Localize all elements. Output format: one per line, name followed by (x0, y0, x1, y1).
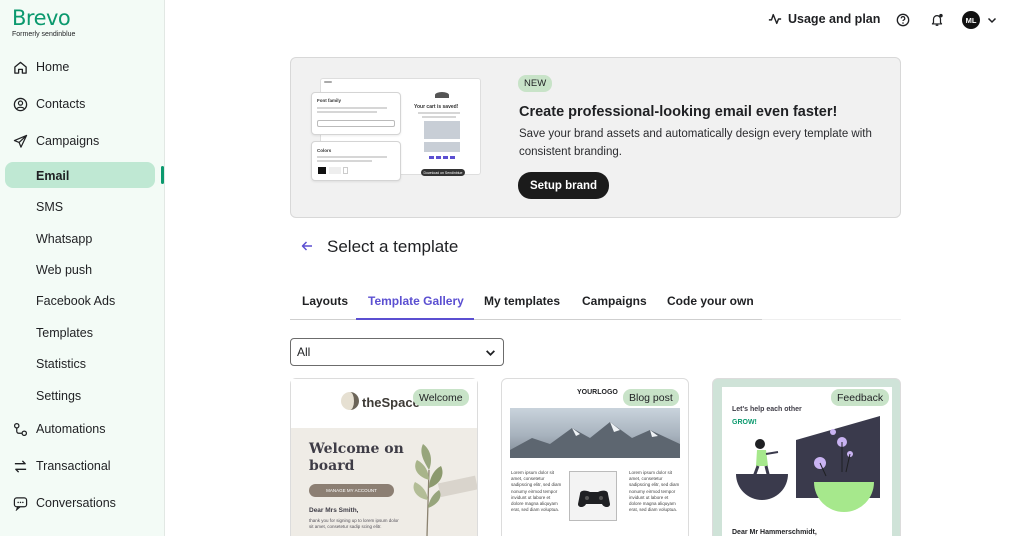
plant-illustration (413, 444, 477, 536)
template-product-image (569, 471, 617, 521)
brand-logo[interactable]: Brevo Formerly sendinblue (12, 6, 75, 38)
mock-social-icons (429, 156, 459, 159)
filter-selected-value: All (297, 345, 311, 359)
template-logo-text: YOURLOGO (577, 389, 618, 396)
mock-download-pill: Download on Sendinblue (421, 169, 465, 176)
mock-colors-card: Colors (311, 141, 401, 181)
category-filter-select[interactable]: All (290, 338, 504, 366)
template-preview-button: MANAGE MY ACCOUNT (309, 484, 394, 497)
tab-code-your-own[interactable]: Code your own (667, 294, 754, 308)
contacts-icon (12, 96, 28, 112)
tab-campaigns[interactable]: Campaigns (582, 294, 647, 308)
template-text-column-left: Lorem ipsum dolor sit amet, consetetur s… (511, 470, 562, 513)
sidebar-item-label: Automations (36, 422, 106, 436)
template-greeting: Dear Mrs Smith, (309, 507, 359, 514)
mock-text-line (422, 116, 456, 118)
mock-font-family-card: Font family (311, 92, 401, 135)
transactional-icon (12, 458, 28, 474)
template-hero-image (510, 408, 680, 458)
sidebar-item-automations[interactable]: Automations (12, 421, 105, 437)
chevron-down-icon[interactable] (984, 12, 1000, 28)
sidebar-subitem-whatsapp[interactable]: Whatsapp (36, 232, 92, 246)
tab-layouts[interactable]: Layouts (302, 294, 348, 308)
active-item-highlight (5, 162, 155, 188)
notifications-bell-icon[interactable] (929, 12, 945, 28)
mock-select (317, 120, 395, 127)
sidebar-item-contacts[interactable]: Contacts (12, 96, 85, 112)
template-body-text: thank you for signing up to lorem ipsum … (309, 518, 399, 529)
mock-swatch (329, 167, 341, 174)
sidebar-item-conversations[interactable]: Conversations (12, 495, 116, 511)
active-indicator (161, 166, 164, 184)
setup-brand-button[interactable]: Setup brand (518, 172, 609, 199)
avatar[interactable]: ML (962, 11, 980, 29)
activity-icon (768, 13, 782, 25)
home-icon (12, 59, 28, 75)
tabs-divider-extension (762, 319, 901, 320)
template-heading: Welcome on board (309, 441, 404, 474)
feedback-illustration (736, 416, 880, 512)
automations-icon (12, 421, 28, 437)
chat-icon (12, 495, 28, 511)
mock-text-line (317, 107, 387, 109)
sidebar-subitem-settings[interactable]: Settings (36, 389, 81, 403)
mock-text-line (317, 160, 372, 162)
active-tab-underline (356, 318, 474, 320)
mock-font-family-label: Font family (317, 98, 342, 103)
usage-label: Usage and plan (788, 12, 881, 26)
sidebar-item-label: Home (36, 60, 70, 74)
mock-swatch (318, 167, 326, 174)
brand-subtitle: Formerly sendinblue (12, 31, 76, 38)
sidebar: Brevo Formerly sendinblue Home Contacts … (0, 0, 165, 536)
sidebar-item-label: Conversations (36, 496, 116, 510)
template-text-column-right: Lorem ipsum dolor sit amet, consetetur s… (629, 470, 680, 513)
new-badge: NEW (518, 75, 553, 92)
mock-colors-label: Colors (317, 148, 332, 153)
help-icon[interactable] (895, 12, 911, 28)
mock-image-block (424, 121, 460, 139)
template-logo-text: theSpace (362, 395, 420, 410)
sidebar-item-label: Contacts (36, 97, 86, 111)
sidebar-item-home[interactable]: Home (12, 59, 69, 75)
banner-illustration-logo (435, 92, 449, 98)
send-icon (12, 133, 28, 149)
sidebar-item-label: Campaigns (36, 134, 100, 148)
mock-text-line (418, 112, 460, 114)
mock-image-block (424, 142, 460, 152)
mock-cart-title: Your cart is saved! (414, 104, 459, 110)
page-title: Select a template (327, 237, 459, 256)
chevron-down-icon (486, 350, 495, 356)
banner-title: Create professional-looking email even f… (519, 104, 838, 120)
brand-name: Brevo (12, 6, 71, 30)
template-badge-welcome: Welcome (413, 389, 469, 406)
sidebar-item-label: Transactional (36, 459, 111, 473)
usage-and-plan-link[interactable]: Usage and plan (768, 12, 880, 26)
back-arrow-icon[interactable] (300, 239, 314, 253)
sidebar-item-transactional[interactable]: Transactional (12, 458, 111, 474)
template-logo-mark (341, 392, 359, 410)
sidebar-subitem-statistics[interactable]: Statistics (36, 357, 86, 371)
tab-template-gallery[interactable]: Template Gallery (368, 294, 464, 308)
template-badge-feedback: Feedback (831, 389, 890, 406)
sidebar-subitem-email[interactable]: Email (36, 169, 69, 183)
sidebar-item-campaigns[interactable]: Campaigns (12, 133, 99, 149)
template-badge-blog-post: Blog post (623, 389, 679, 406)
banner-description: Save your brand assets and automatically… (519, 128, 872, 158)
sidebar-subitem-facebook-ads[interactable]: Facebook Ads (36, 294, 115, 308)
sidebar-subitem-web-push[interactable]: Web push (36, 263, 92, 277)
mock-swatch (343, 167, 348, 174)
sidebar-subitem-sms[interactable]: SMS (36, 200, 63, 214)
mock-text-line (317, 111, 377, 113)
template-greeting: Dear Mr Hammerschmidt, (732, 529, 817, 536)
sidebar-subitem-templates[interactable]: Templates (36, 326, 93, 340)
tab-my-templates[interactable]: My templates (484, 294, 560, 308)
mock-text-line (317, 156, 387, 158)
